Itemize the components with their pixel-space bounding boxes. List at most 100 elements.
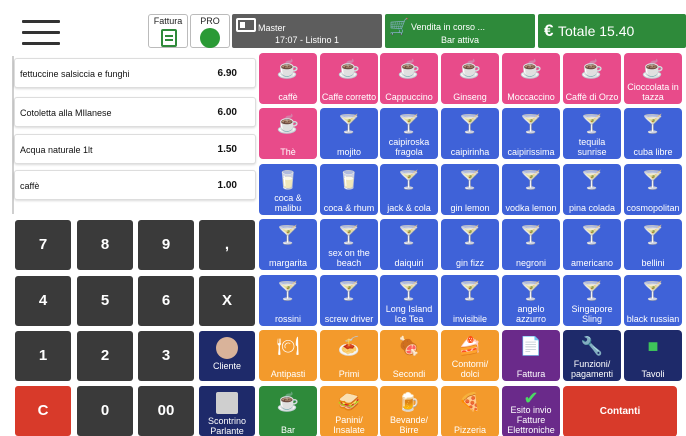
cliente-label: Cliente (212, 361, 241, 371)
order-item-price: 6.90 (217, 68, 237, 79)
product-caipirinha[interactable]: 🍸 caipirinha (441, 108, 499, 159)
category-panini-insalate[interactable]: 🥪 Panini/ Insalate (320, 386, 378, 436)
cocktail-icon: 🍸 (519, 281, 543, 301)
category-antipasti[interactable]: 🍽 Antipasti (259, 330, 317, 381)
product-coca-rhum[interactable]: 🥛 coca & rhum (320, 164, 378, 215)
product-cioccolata[interactable]: ☕ Cioccolata in tazza (624, 53, 682, 104)
product-coca-malibu[interactable]: 🥛 coca & malibu (259, 164, 317, 215)
product-daiquiri[interactable]: 🍸 daiquiri (380, 219, 438, 270)
key-comma[interactable]: , (199, 220, 255, 270)
product-negroni[interactable]: 🍸 negroni (502, 219, 560, 270)
category-contorni-dolci[interactable]: 🍰 Contorni/ dolci (441, 330, 499, 381)
category-secondi[interactable]: 🍖 Secondi (380, 330, 438, 381)
operator-box[interactable]: Master 17:07 - Listino 1 (232, 14, 382, 48)
product-label: coca & malibu (274, 193, 302, 213)
cocktail-icon: 🍸 (641, 225, 665, 245)
product-mojito[interactable]: 🍸 mojito (320, 108, 378, 159)
product-label: coca & rhum (323, 203, 375, 213)
beer-icon: 🍺 (397, 392, 421, 412)
product-caffe-orzo[interactable]: ☕ Caffè di Orzo (563, 53, 621, 104)
order-item-name: caffè (20, 181, 40, 191)
funzioni-pagamenti-tile[interactable]: 🔧 Funzioni/ pagamenti (563, 330, 621, 381)
order-item[interactable]: Acqua naturale 1lt 1.50 (14, 134, 256, 164)
product-black-russian[interactable]: 🍸 black russian (624, 275, 682, 326)
category-bar[interactable]: ☕ Bar (259, 386, 317, 436)
product-rossini[interactable]: 🍸 rossini (259, 275, 317, 326)
product-screw-driver[interactable]: 🍸 screw driver (320, 275, 378, 326)
menu-icon[interactable] (22, 20, 60, 46)
fattura-button[interactable]: Fattura (148, 14, 188, 48)
product-tequila-sunrise[interactable]: 🍸 tequila sunrise (563, 108, 621, 159)
product-moccaccino[interactable]: ☕ Moccaccino (502, 53, 560, 104)
product-bellini[interactable]: 🍸 bellini (624, 219, 682, 270)
cocktail-icon: 🍸 (641, 114, 665, 134)
order-item[interactable]: caffè 1.00 (14, 170, 256, 200)
order-item[interactable]: fettuccine salsiccia e funghi 6.90 (14, 58, 256, 88)
product-singapore-sling[interactable]: 🍸 Singapore Sling (563, 275, 621, 326)
pro-toggle[interactable]: PRO (190, 14, 230, 48)
scontrino-label: Scontrino Parlante (207, 416, 247, 436)
key-0[interactable]: 0 (77, 386, 133, 436)
product-margarita[interactable]: 🍸 margarita (259, 219, 317, 270)
contanti-button[interactable]: Contanti (563, 386, 677, 436)
product-vodka-lemon[interactable]: 🍸 vodka lemon (502, 164, 560, 215)
product-caipiroska-fragola[interactable]: 🍸 caipiroska fragola (380, 108, 438, 159)
product-ginseng[interactable]: ☕ Ginseng (441, 53, 499, 104)
cliente-button[interactable]: Cliente (199, 331, 255, 381)
product-caffe-corretto[interactable]: ☕ Caffe corretto (320, 53, 378, 104)
product-gin-fizz[interactable]: 🍸 gin fizz (441, 219, 499, 270)
cocktail-icon: 🍸 (519, 225, 543, 245)
cocktail-icon: 🍸 (580, 114, 604, 134)
product-caipirissima[interactable]: 🍸 caipirissima (502, 108, 560, 159)
key-3[interactable]: 3 (138, 331, 194, 381)
cocktail-icon: 🍸 (397, 225, 421, 245)
key-1[interactable]: 1 (15, 331, 71, 381)
category-pizzeria[interactable]: 🍕 Pizzeria (441, 386, 499, 436)
product-invisibile[interactable]: 🍸 invisibile (441, 275, 499, 326)
product-label: Antipasti (270, 369, 306, 379)
product-jack-cola[interactable]: 🍸 jack & cola (380, 164, 438, 215)
key-multiply[interactable]: X (199, 276, 255, 326)
cake-icon: 🍰 (458, 336, 482, 356)
tools-icon: 🔧 (580, 336, 604, 356)
fattura-tile[interactable]: 📄 Fattura (502, 330, 560, 381)
product-cosmopolitan[interactable]: 🍸 cosmopolitan (624, 164, 682, 215)
product-the[interactable]: ☕ Thè (259, 108, 317, 159)
key-7[interactable]: 7 (15, 220, 71, 270)
product-label: Primi (338, 369, 360, 379)
key-9[interactable]: 9 (138, 220, 194, 270)
product-americano[interactable]: 🍸 americano (563, 219, 621, 270)
product-caffe[interactable]: ☕ caffè (259, 53, 317, 104)
product-cuba-libre[interactable]: 🍸 cuba libre (624, 108, 682, 159)
category-bevande-birre[interactable]: 🍺 Bevande/ Birre (380, 386, 438, 436)
key-clear[interactable]: C (15, 386, 71, 436)
category-primi[interactable]: 🍝 Primi (320, 330, 378, 381)
key-5[interactable]: 5 (77, 276, 133, 326)
cocktail-icon: 🍸 (397, 114, 421, 134)
sale-status: Vendita in corso ... (411, 22, 486, 32)
product-label: rossini (274, 314, 301, 324)
product-cappuccino[interactable]: ☕ Cappuccino (380, 53, 438, 104)
product-pina-colada[interactable]: 🍸 pina colada (563, 164, 621, 215)
order-item[interactable]: Cotoletta alla MIlanese 6.00 (14, 97, 256, 127)
key-6[interactable]: 6 (138, 276, 194, 326)
tavoli-tile[interactable]: ■ Tavoli (624, 330, 682, 381)
cup-icon: ☕ (580, 59, 604, 79)
order-item-name: Acqua naturale 1lt (20, 145, 93, 155)
cocktail-icon: 🍸 (580, 281, 604, 301)
key-00[interactable]: 00 (138, 386, 194, 436)
product-long-island[interactable]: 🍸 Long Island Ice Tea (380, 275, 438, 326)
key-2[interactable]: 2 (77, 331, 133, 381)
product-angelo-azzurro[interactable]: 🍸 angelo azzurro (502, 275, 560, 326)
invoice-icon: 📄 (519, 336, 543, 356)
product-sex-on-the-beach[interactable]: 🍸 sex on the beach (320, 219, 378, 270)
cup-icon: ☕ (458, 59, 482, 79)
key-8[interactable]: 8 (77, 220, 133, 270)
product-label: sex on the beach (328, 248, 370, 268)
product-gin-lemon[interactable]: 🍸 gin lemon (441, 164, 499, 215)
sale-status-box[interactable]: 🛒 Vendita in corso ... Bar attiva (385, 14, 535, 48)
scontrino-parlante-button[interactable]: Scontrino Parlante (199, 386, 255, 436)
esito-fatture-tile[interactable]: ✔ Esito invio Fatture Elettroniche (502, 386, 560, 436)
key-4[interactable]: 4 (15, 276, 71, 326)
basket-icon: 🛒 (389, 19, 409, 36)
